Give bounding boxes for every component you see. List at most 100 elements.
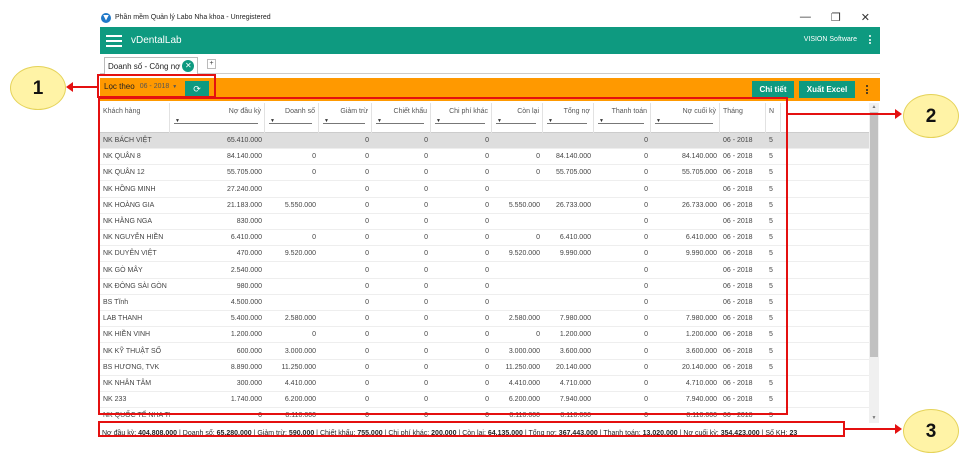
- table-cell: 7.940.000: [559, 396, 591, 404]
- column-filter[interactable]: ▼: [435, 118, 485, 124]
- app-logo-icon: [101, 12, 111, 23]
- table-cell: 1.200.000: [685, 331, 717, 339]
- tab-close-icon[interactable]: ✕: [182, 60, 195, 72]
- summary-value: 23: [789, 430, 798, 437]
- table-cell: 0: [644, 185, 648, 193]
- hamburger-menu-icon[interactable]: [106, 34, 122, 47]
- table-row[interactable]: NK NHÂN TÂM 300.000 4.410.000 0 0 0 4.410.000 4…: [100, 376, 870, 392]
- table-cell: 0: [485, 380, 489, 387]
- table-cell: 55.705.000: [681, 169, 717, 177]
- month-filter[interactable]: Lọc theo 06 - 2018 ▼: [104, 82, 177, 91]
- table-cell: 5: [769, 234, 773, 242]
- scroll-thumb[interactable]: [870, 112, 878, 357]
- detail-button[interactable]: Chi tiết: [752, 81, 794, 98]
- column-filter[interactable]: ▼: [323, 118, 365, 124]
- filter-chevron-icon[interactable]: ▼: [656, 118, 661, 124]
- column-header-label: Thanh toán: [611, 108, 647, 115]
- table-row[interactable]: NK HOÀNG GIA 21.183.000 5.550.000 0 0 0 5.550.…: [100, 198, 870, 214]
- filter-value[interactable]: 06 - 2018: [140, 83, 170, 90]
- column-filter[interactable]: ▼: [598, 118, 644, 124]
- table-row[interactable]: NK HẰNG NGA 830.000 0 0 0 0 06 - 2018 5: [100, 214, 870, 230]
- column-header[interactable]: Nợ đầu kỳ ▼: [170, 103, 265, 133]
- toolbar-more-icon[interactable]: [866, 85, 868, 94]
- filter-chevron-icon[interactable]: ▼: [175, 118, 180, 124]
- table-cell: 0: [424, 218, 428, 225]
- vertical-scrollbar[interactable]: ▲ ▼: [869, 103, 879, 423]
- column-header[interactable]: Chi phí khác ▼: [431, 103, 492, 133]
- table-cell: 11.250.000: [281, 363, 316, 371]
- table-cell: 27.240.000: [226, 185, 262, 193]
- callout-badge-1: 1: [10, 66, 66, 110]
- table-row[interactable]: NK QUỐC TẾ NHA TRANG 0 8.110.000 0 0 0 8.110.0…: [100, 408, 870, 423]
- column-header[interactable]: Tháng: [720, 103, 766, 133]
- column-header[interactable]: Tổng nợ ▼: [543, 103, 594, 133]
- close-icon[interactable]: ✕: [861, 11, 870, 24]
- table-row[interactable]: LAB THANH 5.400.000 2.580.000 0 0 0 2.580.000 7…: [100, 311, 870, 328]
- minimize-icon[interactable]: —: [800, 11, 811, 24]
- table-row[interactable]: NK HIỀN VINH 1.200.000 0 0 0 0 0 1.200.000 0 1.20…: [100, 327, 870, 344]
- filter-chevron-icon[interactable]: ▼: [548, 118, 553, 124]
- table-cell: [265, 133, 319, 149]
- filter-chevron-icon[interactable]: ▼: [324, 118, 329, 124]
- column-filter[interactable]: ▼: [269, 118, 312, 124]
- summary-value: 404.808.000: [138, 430, 178, 437]
- table-row[interactable]: NK DUYÊN VIỆT 470.000 9.520.000 0 0 0 9.520.00…: [100, 246, 870, 263]
- table-cell: 0: [644, 218, 648, 225]
- table-cell: 0: [424, 234, 428, 242]
- table-row[interactable]: NK QUÂN 12 55.705.000 0 0 0 0 0 55.705.000 0 55.7…: [100, 165, 870, 182]
- table-row[interactable]: NK NGUYỄN HIỀN 6.410.000 0 0 0 0 0 6.410.000 0 6.…: [100, 230, 870, 247]
- table-row[interactable]: NK 233 1.740.000 6.200.000 0 0 0 6.200.000 7.94…: [100, 392, 870, 409]
- column-filter[interactable]: ▼: [174, 118, 258, 124]
- column-filter[interactable]: ▼: [547, 118, 587, 124]
- table-cell: 06 - 2018: [723, 299, 753, 306]
- column-header[interactable]: Nợ cuối kỳ ▼: [651, 103, 720, 133]
- table-cell: 84.140.000: [226, 153, 262, 161]
- column-filter[interactable]: ▼: [376, 118, 424, 124]
- filter-chevron-icon[interactable]: ▼: [497, 118, 502, 124]
- table-cell: 06 - 2018: [723, 331, 753, 339]
- table-row[interactable]: NK QUÂN 8 84.140.000 0 0 0 0 0 84.140.000 0 84.14…: [100, 149, 870, 166]
- add-tab-button[interactable]: +: [207, 59, 216, 69]
- refresh-button[interactable]: ⟳: [185, 81, 209, 97]
- filter-chevron-icon[interactable]: ▼: [436, 118, 441, 124]
- table-cell: 0: [424, 201, 428, 209]
- column-filter[interactable]: ▼: [655, 118, 713, 124]
- table-cell: 5: [769, 153, 773, 161]
- table-cell: 980.000: [236, 282, 262, 290]
- more-options-icon[interactable]: [869, 35, 871, 44]
- table-row[interactable]: NK HỒNG MINH 27.240.000 0 0 0 0 06 - 2018 5: [100, 182, 870, 198]
- column-header[interactable]: Chiết khấu ▼: [372, 103, 431, 133]
- table-cell: 0: [485, 266, 489, 274]
- scroll-up-icon[interactable]: ▲: [869, 103, 879, 112]
- table-row[interactable]: NK BÁCH VIỆT 65.410.000 0 0 0 0 06 - 2018 5: [100, 133, 870, 149]
- table-cell: 55.705.000: [555, 169, 591, 177]
- column-filter[interactable]: ▼: [496, 118, 536, 124]
- filter-chevron-icon[interactable]: ▼: [599, 118, 604, 124]
- filter-chevron-icon[interactable]: ▼: [270, 118, 275, 124]
- table-row[interactable]: NK GÒ MÂY 2.540.000 0 0 0 0 06 - 2018 5: [100, 263, 870, 279]
- column-header[interactable]: Giảm trừ ▼: [319, 103, 372, 133]
- table-row[interactable]: BS Tĩnh 4.500.000 0 0 0 0 06 - 2018 5: [100, 295, 870, 311]
- column-header[interactable]: Doanh số ▼: [265, 103, 319, 133]
- maximize-icon[interactable]: ❐: [831, 11, 841, 24]
- table-cell: 0: [644, 363, 648, 371]
- column-header[interactable]: Khách hàng: [100, 103, 170, 133]
- table-row[interactable]: NK KỸ THUẬT SỐ 600.000 3.000.000 0 0 0 3.000.0…: [100, 344, 870, 360]
- tab-doanh-so-cong-no[interactable]: Doanh số - Công nợ ✕: [104, 57, 199, 74]
- table-row[interactable]: BS HƯƠNG, TVK 8.890.000 11.250.000 0 0 0 11.25…: [100, 360, 870, 376]
- table-cell: 0: [365, 153, 369, 161]
- column-header[interactable]: Còn lại ▼: [492, 103, 543, 133]
- chevron-down-icon[interactable]: ▼: [172, 84, 177, 90]
- column-header[interactable]: Thanh toán ▼: [594, 103, 651, 133]
- table-cell: NK QUỐC TẾ NHA TRANG: [103, 412, 170, 420]
- column-header[interactable]: N: [766, 103, 781, 133]
- filter-chevron-icon[interactable]: ▼: [377, 118, 382, 124]
- table-cell: [543, 279, 594, 295]
- export-excel-button[interactable]: Xuất Excel: [799, 81, 855, 98]
- table-cell: NK QUÂN 8: [103, 153, 141, 161]
- scroll-down-icon[interactable]: ▼: [869, 414, 879, 423]
- summary-label: Chiết khấu:: [319, 430, 358, 437]
- summary-value: 590.000: [288, 430, 315, 437]
- table-row[interactable]: NK ĐÔNG SÀI GÒN 980.000 0 0 0 0 06 - 2018 5: [100, 279, 870, 295]
- table-cell: 5: [769, 201, 773, 209]
